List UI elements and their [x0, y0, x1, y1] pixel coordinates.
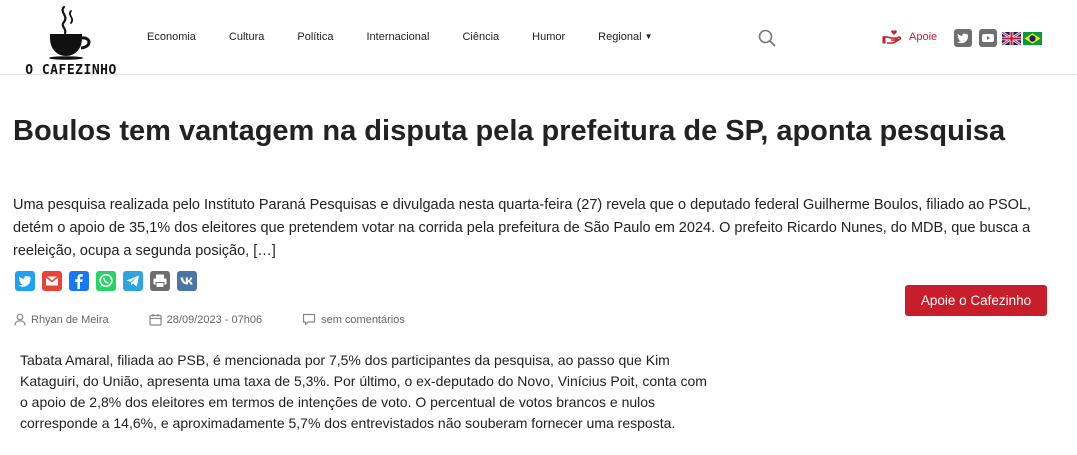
author-meta: Rhyan de Meira [14, 313, 109, 326]
youtube-icon[interactable] [979, 29, 997, 47]
apoie-label: Apoie [909, 31, 938, 43]
facebook-share-icon[interactable] [69, 271, 89, 291]
uk-flag-icon[interactable] [1002, 32, 1021, 45]
comments-link[interactable]: sem comentários [321, 314, 405, 326]
article-body: Tabata Amaral, filiada ao PSB, é mencion… [20, 352, 707, 431]
support-button[interactable]: Apoie o Cafezinho [905, 285, 1047, 316]
main-nav: Economia Cultura Política Internacional … [147, 30, 686, 46]
apoie-link[interactable]: Apoie [882, 29, 937, 45]
vk-share-icon[interactable] [177, 271, 197, 291]
article-title: Boulos tem vantagem na disputa pela pref… [13, 115, 1006, 147]
nav-item-regional-label: Regional [598, 31, 642, 43]
user-icon [14, 313, 26, 326]
whatsapp-share-icon[interactable] [96, 271, 116, 291]
social-links [954, 29, 1044, 47]
site-header: O CAFEZINHO Economia Cultura Política In… [0, 0, 1077, 77]
nav-item-ciencia[interactable]: Ciência [462, 30, 499, 46]
telegram-share-icon[interactable] [123, 271, 143, 291]
caret-down-icon: ▼ [644, 32, 653, 41]
calendar-icon [149, 314, 162, 326]
print-share-icon[interactable] [150, 271, 170, 291]
twitter-share-icon[interactable] [15, 271, 35, 291]
language-flags [1002, 32, 1044, 47]
site-logo[interactable]: O CAFEZINHO [17, 4, 125, 77]
gmail-share-icon[interactable] [42, 271, 62, 291]
nav-item-economia[interactable]: Economia [147, 30, 196, 46]
logo-wordmark: O CAFEZINHO [25, 63, 117, 78]
article-excerpt: Uma pesquisa realizada pelo Instituto Pa… [13, 197, 1032, 259]
publish-date: 28/09/2023 - 07h06 [166, 313, 263, 326]
brazil-flag-icon[interactable] [1023, 32, 1042, 45]
coffee-cup-logo-icon [49, 5, 91, 60]
donate-hand-icon [882, 30, 902, 44]
nav-item-regional[interactable]: Regional ▼ [598, 30, 652, 46]
comments-meta: sem comentários [302, 313, 405, 326]
twitter-icon[interactable] [954, 29, 972, 47]
comment-icon [302, 313, 316, 326]
nav-item-politica[interactable]: Política [297, 30, 333, 46]
article-meta: Rhyan de Meira 28/09/2023 - 07h06 sem co… [14, 313, 445, 326]
nav-item-cultura[interactable]: Cultura [229, 30, 264, 46]
date-meta: 28/09/2023 - 07h06 [149, 313, 262, 326]
author-name[interactable]: Rhyan de Meira [31, 314, 109, 326]
nav-item-humor[interactable]: Humor [532, 30, 565, 46]
nav-item-internacional[interactable]: Internacional [366, 30, 429, 46]
search-icon[interactable] [758, 29, 776, 47]
share-bar [15, 271, 204, 291]
